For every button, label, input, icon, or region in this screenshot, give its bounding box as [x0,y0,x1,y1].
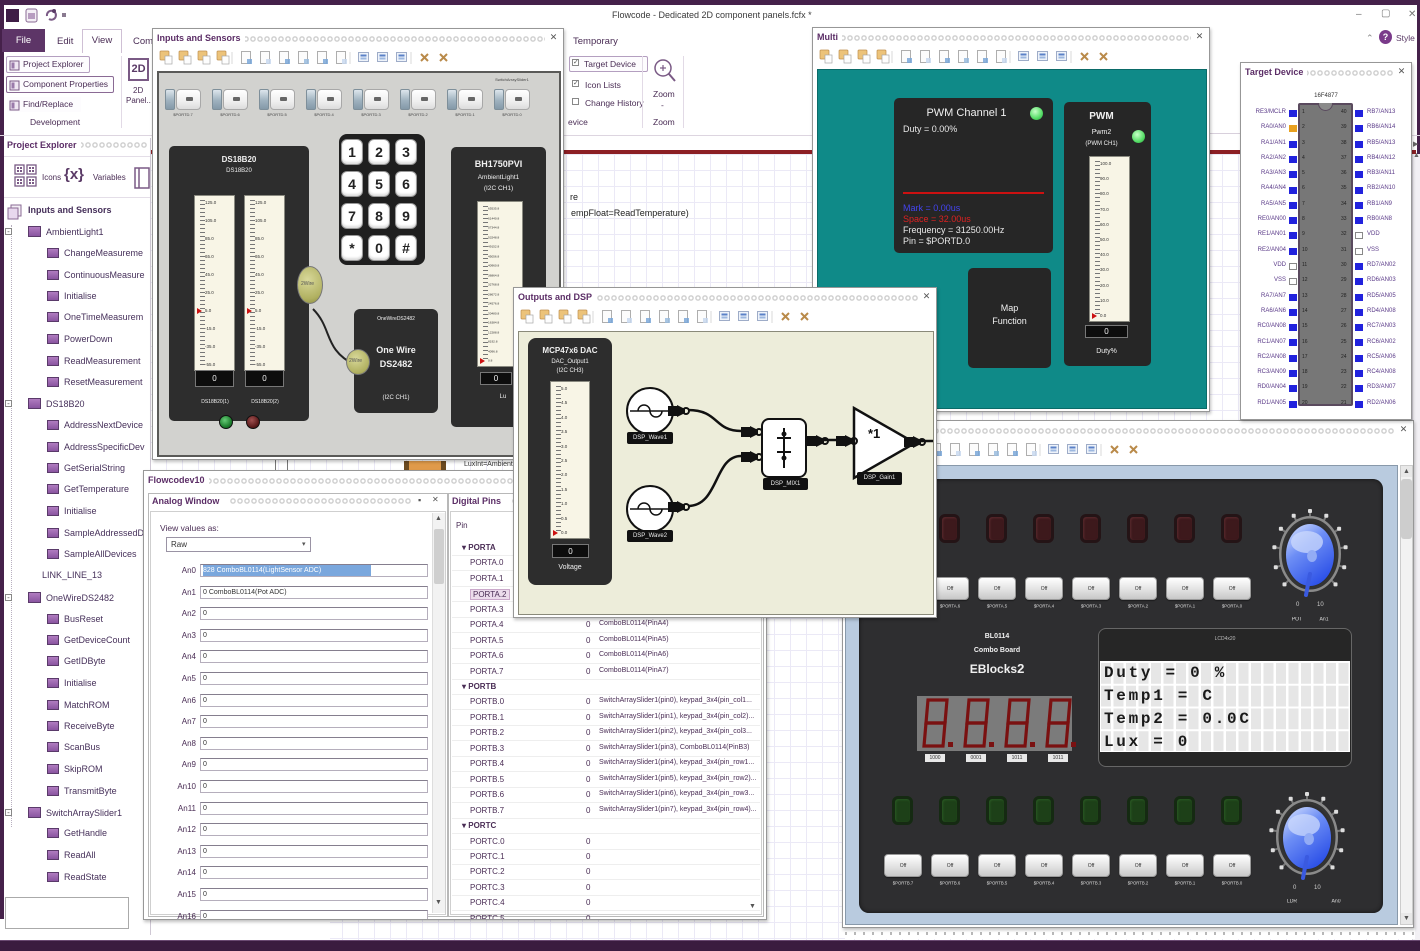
svg-text:10: 10 [1314,885,1321,891]
svg-text:*1: *1 [868,426,880,441]
svg-text:0: 0 [1293,885,1297,891]
svg-text:10: 10 [1317,602,1324,608]
svg-text:0: 0 [1296,602,1300,608]
